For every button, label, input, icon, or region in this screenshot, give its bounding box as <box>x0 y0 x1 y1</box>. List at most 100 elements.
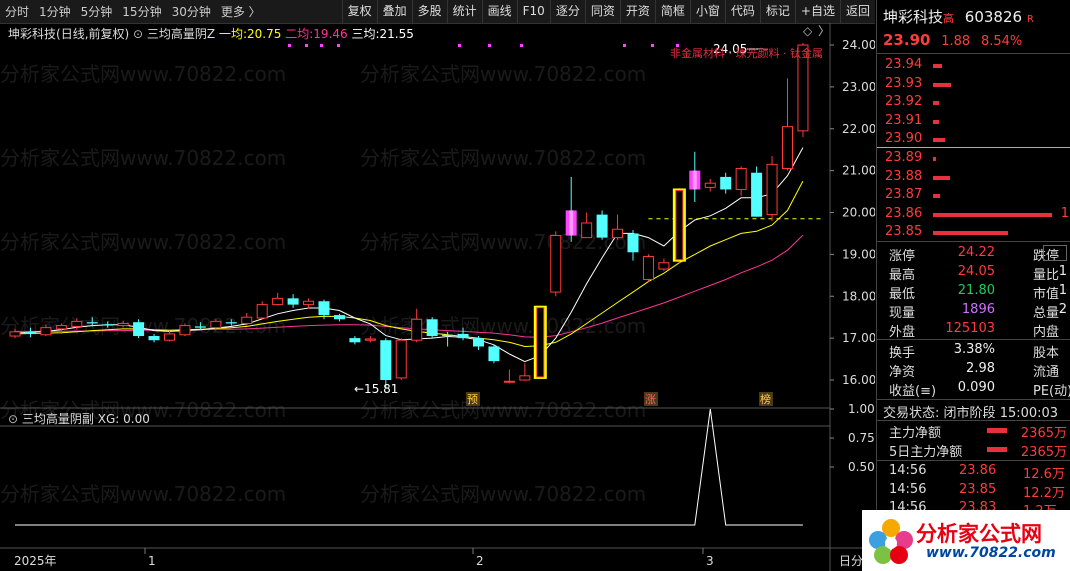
stat-label: 股本 <box>1033 346 1060 361</box>
stock-code: 603826 <box>964 8 1023 26</box>
candle-body <box>612 228 624 239</box>
quote-panel: 坤彩科技高 603826 R 23.90 1.88 8.54% 23.94 23.… <box>876 0 1070 571</box>
stat-label: 内盘 <box>1033 325 1060 340</box>
candle-body <box>133 322 145 337</box>
collapse-icon[interactable]: ⊙ <box>8 412 18 426</box>
ask-price: 23.92 <box>885 94 923 109</box>
stat-value: 125103 <box>945 321 995 336</box>
trade-status-row: 交易状态: 闭市阶段 15:00:03 <box>883 402 1069 421</box>
divider <box>877 399 1070 400</box>
bid-level[interactable]: 23.87 <box>877 187 1070 206</box>
toolbar-button[interactable]: 简框 <box>654 0 690 23</box>
ask-price: 23.93 <box>885 75 923 91</box>
timeframe-tab[interactable]: 30分钟 <box>167 3 216 20</box>
signal-dot <box>488 44 491 47</box>
bid-level[interactable]: 23.86 1 <box>877 206 1070 225</box>
flow-row: 5日主力净额 2365万 <box>883 441 1069 460</box>
period-switch-label[interactable]: 日分 <box>839 554 863 568</box>
signal-dot <box>305 44 308 47</box>
toolbar-button[interactable]: 代码 <box>724 0 760 23</box>
timeframe-tab[interactable]: 5分钟 <box>76 3 118 20</box>
ask-volume-bar <box>933 82 951 87</box>
y-tick-label: 24.00 <box>842 38 875 52</box>
last-price: 23.90 <box>883 31 931 49</box>
ma2-value: 19.46 <box>313 27 348 41</box>
stat-label: 外盘 <box>889 325 916 340</box>
candle-body <box>488 346 500 362</box>
bid-level[interactable]: 23.88 <box>877 169 1070 188</box>
stat-label: 涨停 <box>889 249 916 264</box>
bid-level[interactable]: 23.89 <box>877 150 1070 169</box>
tick-row: 14:56 23.86 12.6万 <box>883 463 1069 482</box>
toolbar-button[interactable]: 逐分 <box>549 0 585 23</box>
toolbar-button[interactable]: 标记 <box>759 0 795 23</box>
toolbar-button[interactable]: 同资 <box>584 0 620 23</box>
candle-body <box>596 214 608 238</box>
ask-level[interactable]: 23.91 <box>877 113 1070 132</box>
tick-row: 14:56 23.85 12.2万 <box>883 481 1069 501</box>
candle-body <box>102 324 114 326</box>
indicator-name[interactable]: 三均高量阴Z <box>147 27 215 41</box>
timeframe-tab[interactable]: 更多 〉 <box>216 3 266 20</box>
top-toolbar: 分时 1分钟 5分钟 15分钟 30分钟 更多 〉 复权 叠加 多股 统计 画线 F10 逐分 同资 开资… <box>0 0 875 24</box>
signal-dot <box>337 44 340 47</box>
candle-body <box>86 322 98 324</box>
flow-row: 主力净额 2365万 <box>883 422 1069 441</box>
gear-icon[interactable]: ⊙ <box>133 27 143 41</box>
bid-price: 23.89 <box>885 150 923 165</box>
ask-level[interactable]: 23.94 <box>877 57 1070 76</box>
candle-body <box>40 327 52 336</box>
sub-indicator-name[interactable]: 三均高量阴副 <box>22 412 94 426</box>
candle-body <box>675 189 684 261</box>
toolbar-button[interactable]: 返回 <box>839 0 875 23</box>
timeframe-tab[interactable]: 15分钟 <box>117 3 166 20</box>
stat-value <box>1043 245 1067 261</box>
stat-value: 2.98 <box>966 361 995 376</box>
candle-body <box>457 333 469 339</box>
candle-body <box>210 320 222 329</box>
stat-value: 2 <box>1058 302 1067 317</box>
timeframe-tab[interactable]: 分时 <box>0 3 34 20</box>
candle-body <box>426 319 438 337</box>
trade-time: 15:00:03 <box>999 406 1059 421</box>
bid-volume-bar <box>933 175 950 180</box>
stock-label: 坤彩科技 <box>8 27 57 41</box>
candle-body <box>411 318 423 341</box>
diamond-icon[interactable]: ◇ <box>803 24 813 38</box>
toolbar-button[interactable]: 统计 <box>446 0 482 23</box>
stat-row: 外盘 125103 内盘 <box>883 321 1069 340</box>
kline-chart[interactable]: 16.0017.0018.0019.0020.0021.0022.0023.00… <box>0 23 875 571</box>
toolbar-button[interactable]: 开资 <box>619 0 655 23</box>
candle-body <box>272 297 284 306</box>
candle-body <box>766 163 778 216</box>
stat-label: 收益(≡) <box>889 384 937 399</box>
date-label: 3 <box>706 554 714 568</box>
candle-body <box>627 233 639 253</box>
flower-icon <box>869 519 913 564</box>
toolbar-button[interactable]: 多股 <box>411 0 447 23</box>
bid-volume-bar <box>933 231 1008 235</box>
toolbar-button[interactable]: 复权 <box>341 0 377 23</box>
bid-price: 23.85 <box>885 224 923 239</box>
candle-body <box>395 339 407 379</box>
y-tick-label: 21.00 <box>842 164 875 178</box>
candle-body <box>194 326 206 328</box>
toolbar-button[interactable]: 画线 <box>481 0 517 23</box>
ask-price: 23.94 <box>885 57 923 72</box>
toolbar-button[interactable]: F10 <box>516 0 550 23</box>
tick-time: 14:56 <box>889 481 927 497</box>
flow-bar <box>987 428 1007 433</box>
timeframe-tab[interactable]: 1分钟 <box>34 3 76 20</box>
rong-badge: R <box>1026 14 1034 25</box>
ask-level[interactable]: 23.92 <box>877 94 1070 113</box>
candle-body <box>24 331 36 334</box>
collapse-icon[interactable]: 〉 <box>818 24 830 38</box>
y-tick-label: 20.00 <box>842 206 875 220</box>
price-pct: 8.54% <box>980 34 1023 49</box>
toolbar-button[interactable]: 叠加 <box>376 0 412 23</box>
event-marker-label: 涨 <box>645 393 656 406</box>
toolbar-button[interactable]: 小窗 <box>689 0 725 23</box>
toolbar-button[interactable]: +自选 <box>794 0 840 23</box>
ask-level[interactable]: 23.93 <box>877 76 1070 95</box>
ma3-label: 三均: <box>351 27 380 41</box>
